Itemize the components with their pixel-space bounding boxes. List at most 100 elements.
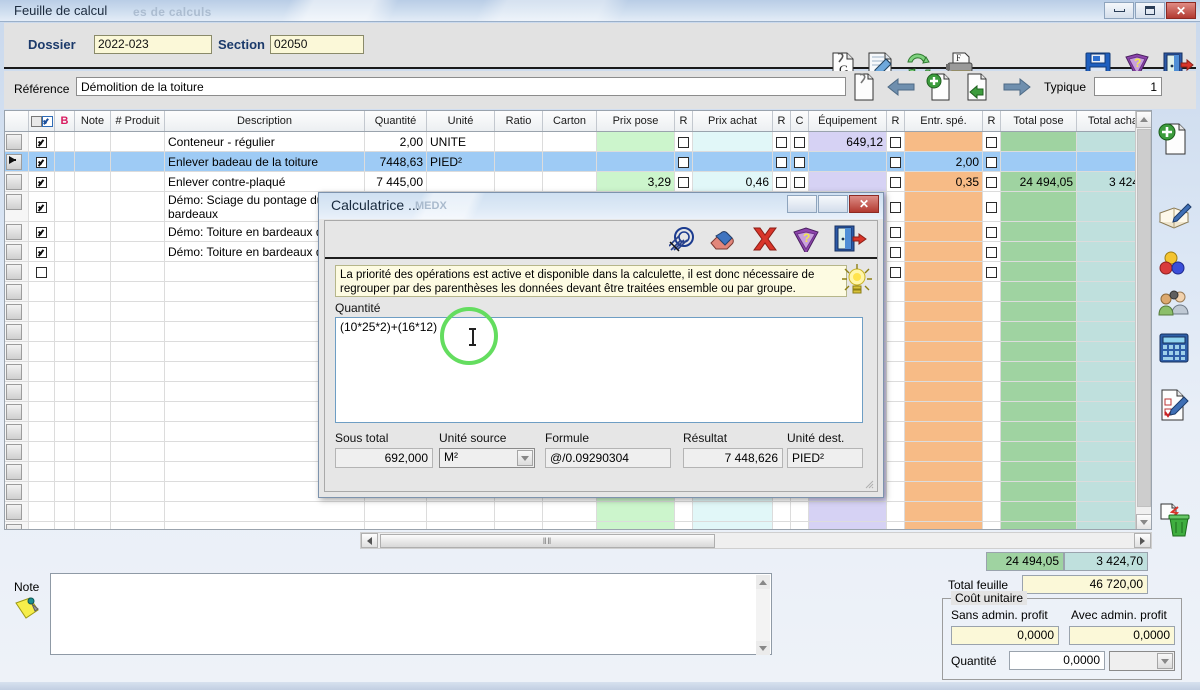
cell-r3[interactable] bbox=[887, 402, 905, 422]
cell-r3[interactable] bbox=[887, 442, 905, 462]
delete-red-x-icon[interactable] bbox=[751, 226, 779, 252]
flag-checkbox[interactable] bbox=[890, 202, 901, 213]
minimize-button[interactable] bbox=[1104, 2, 1134, 19]
cell-r4[interactable] bbox=[983, 442, 1001, 462]
cell-check[interactable] bbox=[29, 342, 55, 362]
cell-r4[interactable] bbox=[983, 172, 1001, 192]
cell-r4[interactable] bbox=[983, 422, 1001, 442]
cell-unite[interactable] bbox=[427, 522, 495, 530]
cell-ratio[interactable] bbox=[495, 522, 543, 530]
row-handle[interactable] bbox=[6, 264, 22, 280]
cell-c[interactable] bbox=[791, 172, 809, 192]
cell-equip[interactable] bbox=[809, 172, 887, 192]
reference-input[interactable]: Démolition de la toiture bbox=[76, 77, 846, 96]
calculator-icon[interactable] bbox=[1158, 332, 1190, 364]
with-admin-profit-value[interactable]: 0,0000 bbox=[1069, 626, 1175, 645]
row-handle[interactable] bbox=[6, 424, 22, 440]
cell-r4[interactable] bbox=[983, 152, 1001, 172]
quantity-formula-input[interactable]: (10*25*2)+(16*12) bbox=[335, 317, 863, 423]
grid-header-ratio[interactable]: Ratio bbox=[495, 111, 543, 131]
cell-r3[interactable] bbox=[887, 502, 905, 522]
cell-carton[interactable] bbox=[543, 132, 597, 152]
contacts-group-icon[interactable] bbox=[1158, 288, 1192, 318]
cell-prixachat[interactable]: 0,46 bbox=[693, 172, 773, 192]
cell-produit[interactable] bbox=[111, 282, 165, 302]
cell-r3[interactable] bbox=[887, 362, 905, 382]
cell-equip[interactable] bbox=[809, 152, 887, 172]
row-handle[interactable] bbox=[6, 284, 22, 300]
cell-r4[interactable] bbox=[983, 522, 1001, 530]
cell-note[interactable] bbox=[75, 482, 111, 502]
cell-c[interactable] bbox=[791, 132, 809, 152]
unit-select[interactable] bbox=[1109, 651, 1175, 671]
cell-entrspe[interactable] bbox=[905, 442, 983, 462]
row-handle[interactable] bbox=[6, 504, 22, 520]
cell-note[interactable] bbox=[75, 152, 111, 172]
flag-checkbox[interactable] bbox=[794, 177, 805, 188]
cell-entrspe[interactable] bbox=[905, 402, 983, 422]
row-handle[interactable] bbox=[6, 404, 22, 420]
cell-produit[interactable] bbox=[111, 382, 165, 402]
cell-r4[interactable] bbox=[983, 482, 1001, 502]
flag-checkbox[interactable] bbox=[986, 137, 997, 148]
cell-r1[interactable] bbox=[675, 132, 693, 152]
grid-header-r2[interactable]: R bbox=[773, 111, 791, 131]
cell-entrspe[interactable]: 2,00 bbox=[905, 152, 983, 172]
scroll-up-button[interactable] bbox=[1136, 111, 1152, 128]
grid-header-rowmark[interactable] bbox=[5, 111, 29, 131]
cell-b[interactable] bbox=[55, 222, 75, 242]
cell-r2[interactable] bbox=[773, 172, 791, 192]
cell-produit[interactable] bbox=[111, 222, 165, 242]
cell-r4[interactable] bbox=[983, 342, 1001, 362]
cell-check[interactable] bbox=[29, 302, 55, 322]
cell-produit[interactable] bbox=[111, 322, 165, 342]
cell-note[interactable] bbox=[75, 282, 111, 302]
cell-equip[interactable] bbox=[809, 502, 887, 522]
note-textarea[interactable] bbox=[50, 573, 772, 655]
cell-entrspe[interactable] bbox=[905, 362, 983, 382]
cell-rowmark[interactable] bbox=[5, 482, 29, 502]
cell-qte[interactable]: 7 445,00 bbox=[365, 172, 427, 192]
chevron-down-icon[interactable] bbox=[1157, 653, 1173, 669]
cell-r4[interactable] bbox=[983, 362, 1001, 382]
grid-header-r3[interactable]: R bbox=[887, 111, 905, 131]
cell-check[interactable] bbox=[29, 242, 55, 262]
cell-r4[interactable] bbox=[983, 282, 1001, 302]
maximize-button[interactable] bbox=[1135, 2, 1165, 19]
cell-note[interactable] bbox=[75, 342, 111, 362]
cell-desc[interactable] bbox=[165, 522, 365, 530]
section-input[interactable]: 02050 bbox=[270, 35, 364, 54]
row-handle[interactable] bbox=[6, 134, 22, 150]
flag-checkbox[interactable] bbox=[890, 247, 901, 258]
cell-entrspe[interactable] bbox=[905, 482, 983, 502]
cell-entrspe[interactable] bbox=[905, 132, 983, 152]
cell-check[interactable] bbox=[29, 322, 55, 342]
cell-totpose[interactable]: 24 494,05 bbox=[1001, 172, 1077, 192]
grid-header-totpose[interactable]: Total pose bbox=[1001, 111, 1077, 131]
cell-rowmark[interactable] bbox=[5, 282, 29, 302]
table-row-empty[interactable] bbox=[5, 522, 1152, 530]
cell-note[interactable] bbox=[75, 172, 111, 192]
cell-carton[interactable] bbox=[543, 502, 597, 522]
cell-entrspe[interactable] bbox=[905, 262, 983, 282]
dossier-input[interactable]: 2022-023 bbox=[94, 35, 212, 54]
grid-header-c[interactable]: C bbox=[791, 111, 809, 131]
scroll-right-button[interactable] bbox=[1134, 533, 1151, 548]
cell-entrspe[interactable] bbox=[905, 322, 983, 342]
eraser-icon[interactable] bbox=[709, 226, 739, 252]
flag-checkbox[interactable] bbox=[776, 137, 787, 148]
cell-check[interactable] bbox=[29, 192, 55, 222]
export-document-icon[interactable] bbox=[964, 72, 992, 102]
row-handle[interactable] bbox=[6, 324, 22, 340]
cell-carton[interactable] bbox=[543, 522, 597, 530]
cell-check[interactable] bbox=[29, 522, 55, 530]
cell-desc[interactable]: Conteneur - régulier bbox=[165, 132, 365, 152]
row-checkbox[interactable] bbox=[36, 137, 47, 148]
cell-r3[interactable] bbox=[887, 132, 905, 152]
calculator-dialog[interactable]: Calculatrice ... MEDX ✕ bbox=[318, 192, 884, 498]
cell-carton[interactable] bbox=[543, 172, 597, 192]
cell-unite[interactable]: UNITE bbox=[427, 132, 495, 152]
flag-checkbox[interactable] bbox=[890, 177, 901, 188]
cell-b[interactable] bbox=[55, 462, 75, 482]
flag-checkbox[interactable] bbox=[776, 177, 787, 188]
